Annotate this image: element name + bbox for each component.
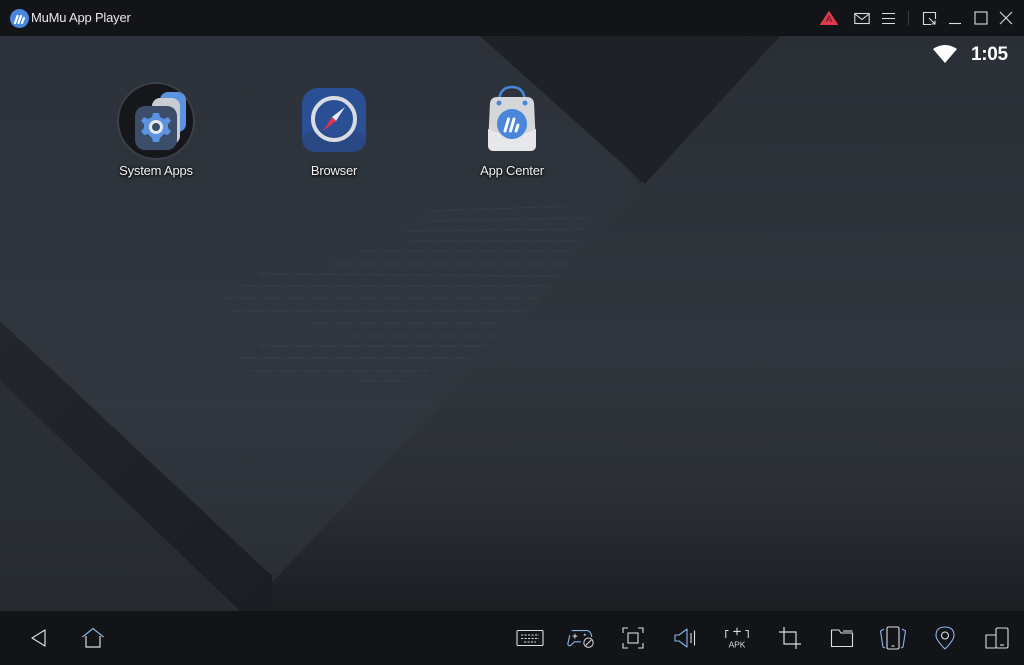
- close-button[interactable]: [996, 8, 1016, 28]
- mail-icon: [854, 12, 870, 24]
- gamepad-mapping-button[interactable]: [566, 625, 596, 651]
- shrink-window-button[interactable]: [919, 8, 939, 28]
- app-browser[interactable]: Browser: [279, 81, 389, 178]
- wifi-icon: [932, 44, 958, 69]
- status-clock: 1:05: [971, 44, 1008, 65]
- menu-icon: [881, 12, 895, 24]
- volume-button[interactable]: [670, 625, 700, 651]
- rotate-device-icon: [879, 626, 907, 650]
- fullscreen-button[interactable]: [618, 625, 648, 651]
- folder-icon: [830, 629, 854, 648]
- app-label: App Center: [480, 163, 544, 178]
- back-button[interactable]: [24, 625, 54, 651]
- app-label: Browser: [310, 163, 358, 178]
- multi-instance-icon: [985, 627, 1009, 649]
- crop-screenshot-icon: [779, 627, 801, 649]
- svg-text:APK: APK: [729, 639, 746, 649]
- maximize-button[interactable]: [971, 8, 991, 28]
- minimize-button[interactable]: [945, 8, 965, 28]
- mumu-logo-icon: [10, 9, 29, 28]
- location-icon: [935, 626, 955, 650]
- volume-icon: [674, 628, 696, 648]
- back-icon: [31, 629, 46, 647]
- rotate-device-button[interactable]: [878, 625, 908, 651]
- crop-screenshot-button[interactable]: [775, 625, 805, 651]
- maximize-icon: [974, 11, 988, 25]
- menu-button[interactable]: [878, 8, 898, 28]
- folder-button[interactable]: [827, 625, 857, 651]
- window-title: MuMu App Player: [31, 10, 131, 25]
- browser-compass-icon: [294, 81, 374, 161]
- system-apps-icon: [116, 81, 196, 161]
- app-center-bag-icon: [472, 81, 552, 161]
- title-bar[interactable]: MuMu App Player: [0, 0, 1024, 36]
- titlebar-divider: [908, 11, 909, 25]
- alert-button[interactable]: [819, 8, 839, 28]
- home-icon: [82, 627, 104, 648]
- install-apk-icon: APK: [725, 627, 749, 649]
- app-app-center[interactable]: App Center: [457, 81, 567, 178]
- mail-button[interactable]: [852, 8, 872, 28]
- fullscreen-icon: [622, 627, 644, 649]
- home-button[interactable]: [78, 625, 108, 651]
- keyboard-icon: [516, 629, 544, 647]
- alert-icon: [820, 11, 838, 25]
- minimize-icon: [949, 22, 961, 25]
- close-icon: [999, 11, 1013, 25]
- app-label: System Apps: [119, 163, 193, 178]
- android-home-screen[interactable]: 1:05 System Apps Browser App Center: [0, 36, 1024, 611]
- multi-instance-button[interactable]: [982, 625, 1012, 651]
- shrink-window-icon: [922, 11, 936, 25]
- location-button[interactable]: [930, 625, 960, 651]
- install-apk-button[interactable]: APK: [722, 625, 752, 651]
- bottom-toolbar: APK: [0, 611, 1024, 665]
- app-system-apps[interactable]: System Apps: [101, 81, 211, 178]
- gamepad-mapping-icon: [567, 629, 594, 648]
- keyboard-button[interactable]: [515, 625, 545, 651]
- mumu-window: MuMu App Player 1:05 System Apps Browser…: [0, 0, 1024, 665]
